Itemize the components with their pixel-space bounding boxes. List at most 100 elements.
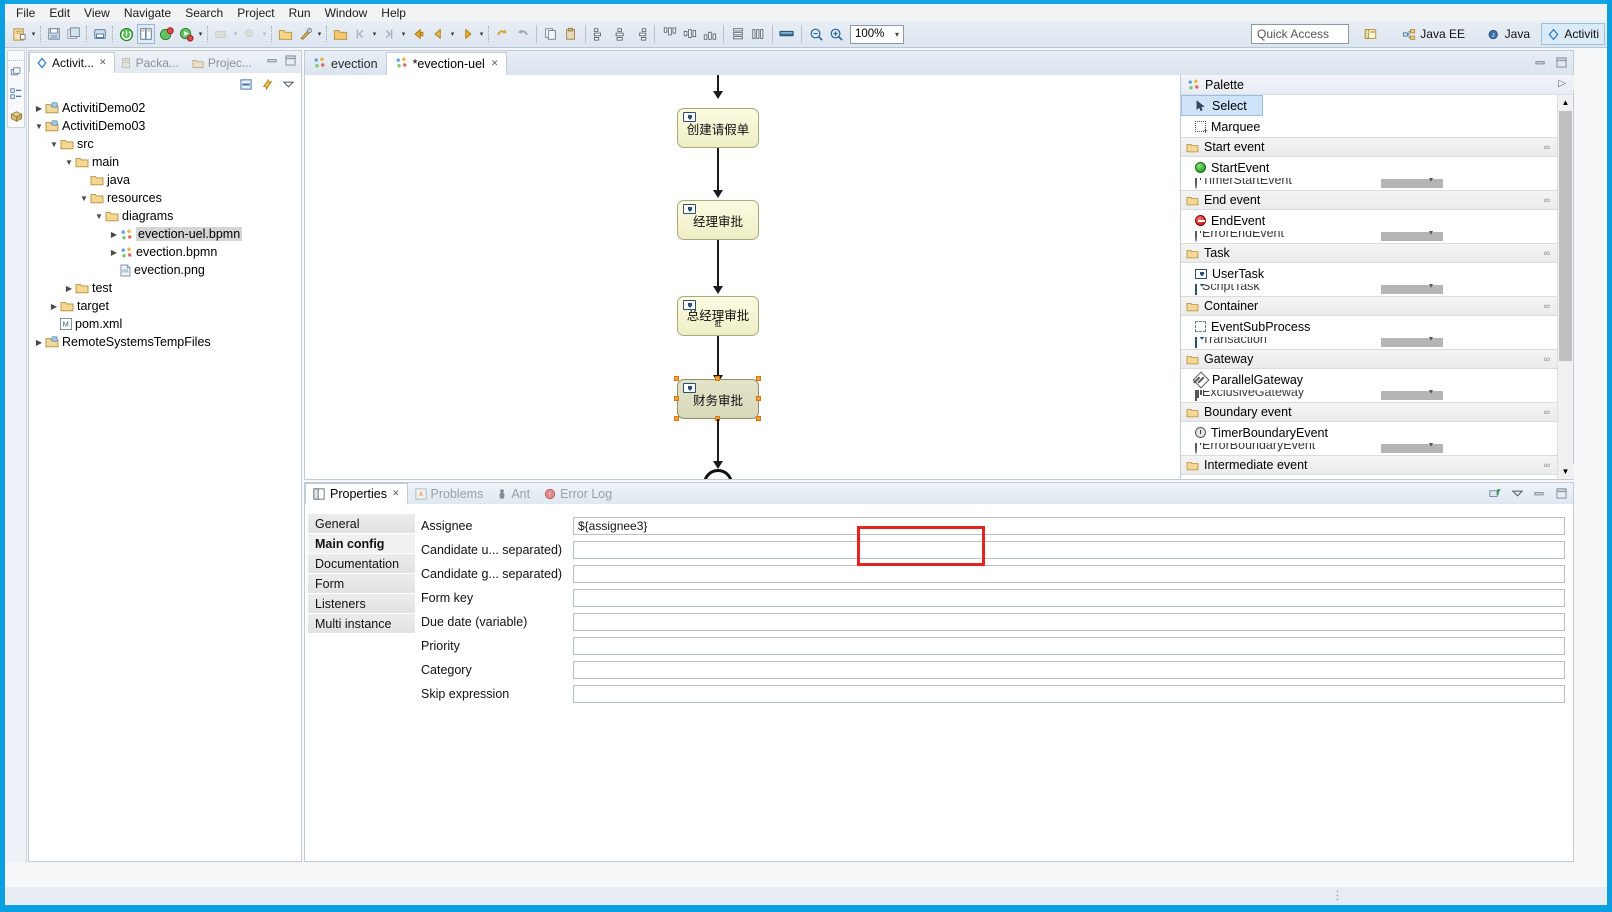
- link-with-editor-icon[interactable]: [261, 78, 274, 91]
- maximize-view-icon[interactable]: [1555, 487, 1568, 500]
- new-java-package-dropdown-icon[interactable]: ▾: [231, 24, 240, 44]
- resize-handle-n[interactable]: [715, 376, 720, 381]
- tree-item-diagrams[interactable]: ▼ diagrams: [33, 207, 301, 225]
- zoom-out-icon[interactable]: [807, 24, 825, 44]
- chevron-right-icon[interactable]: ▶: [33, 104, 45, 113]
- properties-tab-multi-instance[interactable]: Multi instance: [308, 614, 415, 634]
- forward-icon[interactable]: [458, 24, 476, 44]
- chevron-right-icon[interactable]: ▶: [48, 302, 60, 311]
- zoom-in-icon[interactable]: [827, 24, 845, 44]
- close-icon[interactable]: ✕: [392, 488, 400, 499]
- collapse-all-icon[interactable]: [240, 78, 253, 91]
- project-tree[interactable]: ▶ ActivitiDemo02 ▼ ActivitiDemo03 ▼ src ▼ main j…: [29, 95, 301, 351]
- bpmn-task-finance-approval[interactable]: 财务审批: [677, 379, 759, 419]
- properties-tab-documentation[interactable]: Documentation: [308, 554, 415, 574]
- open-folder-icon[interactable]: [276, 24, 294, 44]
- chevron-down-icon[interactable]: ▼: [48, 140, 60, 149]
- previous-annotation-dropdown-icon[interactable]: ▾: [370, 24, 379, 44]
- menu-item-project[interactable]: Project: [230, 5, 281, 21]
- pin-palette-icon[interactable]: ▷: [1558, 78, 1566, 89]
- property-input-assignee[interactable]: ${assignee3}: [573, 517, 1565, 535]
- property-input-priority[interactable]: [573, 637, 1565, 655]
- copy-icon[interactable]: [542, 24, 560, 44]
- debug-icon[interactable]: [157, 24, 175, 44]
- menu-item-help[interactable]: Help: [374, 5, 413, 21]
- scroll-up-icon[interactable]: ▲: [1558, 95, 1573, 110]
- new-icon[interactable]: [10, 24, 28, 44]
- palette-group-collapse-icon[interactable]: ∞: [1544, 301, 1550, 311]
- menu-item-edit[interactable]: Edit: [42, 5, 77, 21]
- new-dropdown-icon[interactable]: ▾: [29, 24, 38, 44]
- editor-tab-evection-uel[interactable]: *evection-uel ✕: [385, 52, 508, 75]
- zoom-level-select[interactable]: 100% ▾: [850, 24, 904, 44]
- maximize-view-icon[interactable]: [1555, 56, 1568, 69]
- restore-view-icon[interactable]: [1534, 56, 1547, 69]
- external-tools-dropdown-icon[interactable]: ▾: [315, 24, 324, 44]
- tree-item-evection-png[interactable]: evection.png: [33, 261, 301, 279]
- property-input-candidate-u-separated[interactable]: [573, 541, 1565, 559]
- tree-item-resources[interactable]: ▼ resources: [33, 189, 301, 207]
- align-right-icon[interactable]: [631, 24, 649, 44]
- resize-handle-e[interactable]: [756, 396, 761, 401]
- palette-group-container[interactable]: Container ∞: [1181, 296, 1558, 316]
- property-input-category[interactable]: [573, 661, 1565, 679]
- palette-item-errorendevent[interactable]: ErrorEndEvent: [1181, 231, 1558, 243]
- align-middle-icon[interactable]: [680, 24, 698, 44]
- back-dropdown-icon[interactable]: ▾: [448, 24, 457, 44]
- tree-item-src[interactable]: ▼ src: [33, 135, 301, 153]
- menu-item-window[interactable]: Window: [318, 5, 375, 21]
- tree-item-activitidemo02[interactable]: ▶ ActivitiDemo02: [33, 99, 301, 117]
- pin-editor-icon[interactable]: [1489, 487, 1502, 500]
- chevron-right-icon[interactable]: ▶: [108, 230, 120, 239]
- close-icon[interactable]: ✕: [491, 58, 499, 69]
- tree-item-java[interactable]: java: [33, 171, 301, 189]
- tree-item-remotesystemstempfiles[interactable]: ▶ RemoteSystemsTempFiles: [33, 333, 301, 351]
- palette-group-task[interactable]: Task ∞: [1181, 243, 1558, 263]
- palette-item-timerboundaryevent[interactable]: TimerBoundaryEvent: [1181, 422, 1558, 443]
- back-icon-2[interactable]: [429, 24, 447, 44]
- tree-item-activitidemo03[interactable]: ▼ ActivitiDemo03: [33, 117, 301, 135]
- resize-handle-w[interactable]: [674, 396, 679, 401]
- new-class-dropdown-icon[interactable]: ▾: [260, 24, 269, 44]
- align-bottom-icon[interactable]: [700, 24, 718, 44]
- align-left-icon[interactable]: [591, 24, 609, 44]
- tree-item-target[interactable]: ▶ target: [33, 297, 301, 315]
- perspective-java-ee[interactable]: Java EE: [1397, 23, 1470, 45]
- palette-item-errorboundaryevent[interactable]: ErrorBoundaryEvent: [1181, 443, 1558, 455]
- palette-item-parallelgateway[interactable]: ParallelGateway: [1181, 369, 1558, 390]
- properties-tab-general[interactable]: General: [308, 514, 415, 534]
- palette-group-collapse-icon[interactable]: ∞: [1544, 407, 1550, 417]
- run-dropdown-icon[interactable]: ▾: [196, 24, 205, 44]
- tree-item-test[interactable]: ▶ test: [33, 279, 301, 297]
- properties-tab-main-config[interactable]: Main config: [308, 534, 415, 554]
- open-resource-icon[interactable]: [331, 24, 349, 44]
- save-icon[interactable]: [45, 24, 63, 44]
- perspective-activiti[interactable]: Activiti: [1541, 23, 1605, 45]
- tab-problems[interactable]: Problems: [408, 483, 491, 504]
- property-input-form-key[interactable]: [573, 589, 1565, 607]
- close-icon[interactable]: ✕: [99, 57, 107, 68]
- view-menu-icon[interactable]: [1511, 487, 1524, 500]
- palette-group-collapse-icon[interactable]: ∞: [1544, 248, 1550, 258]
- property-input-due-date-variable[interactable]: [573, 613, 1565, 631]
- menu-item-view[interactable]: View: [77, 5, 117, 21]
- save-all-icon[interactable]: [65, 24, 83, 44]
- palette-item-scripttask[interactable]: ScriptTask: [1181, 284, 1558, 296]
- paste-icon[interactable]: [562, 24, 580, 44]
- new-class-icon[interactable]: [241, 24, 259, 44]
- palette-group-gateway[interactable]: Gateway ∞: [1181, 349, 1558, 369]
- external-tools-icon[interactable]: [296, 24, 314, 44]
- tab-ant[interactable]: Ant: [490, 483, 537, 504]
- editor-tab-evection[interactable]: evection: [305, 52, 386, 75]
- restore-view-icon[interactable]: [8, 61, 24, 83]
- bpmn-task-create-leave-request[interactable]: 创建请假单: [677, 108, 759, 148]
- quick-access-input[interactable]: Quick Access: [1251, 24, 1349, 44]
- property-input-candidate-g-separated[interactable]: [573, 565, 1565, 583]
- print-icon[interactable]: [91, 24, 109, 44]
- minimize-view-icon[interactable]: [266, 54, 279, 67]
- maximize-view-icon[interactable]: [284, 54, 297, 67]
- tree-item-pom-xml[interactable]: Mpom.xml: [33, 315, 301, 333]
- chevron-down-icon[interactable]: ▼: [63, 158, 75, 167]
- palette-item-marquee[interactable]: Marquee: [1181, 116, 1558, 137]
- menu-item-file[interactable]: File: [9, 5, 42, 21]
